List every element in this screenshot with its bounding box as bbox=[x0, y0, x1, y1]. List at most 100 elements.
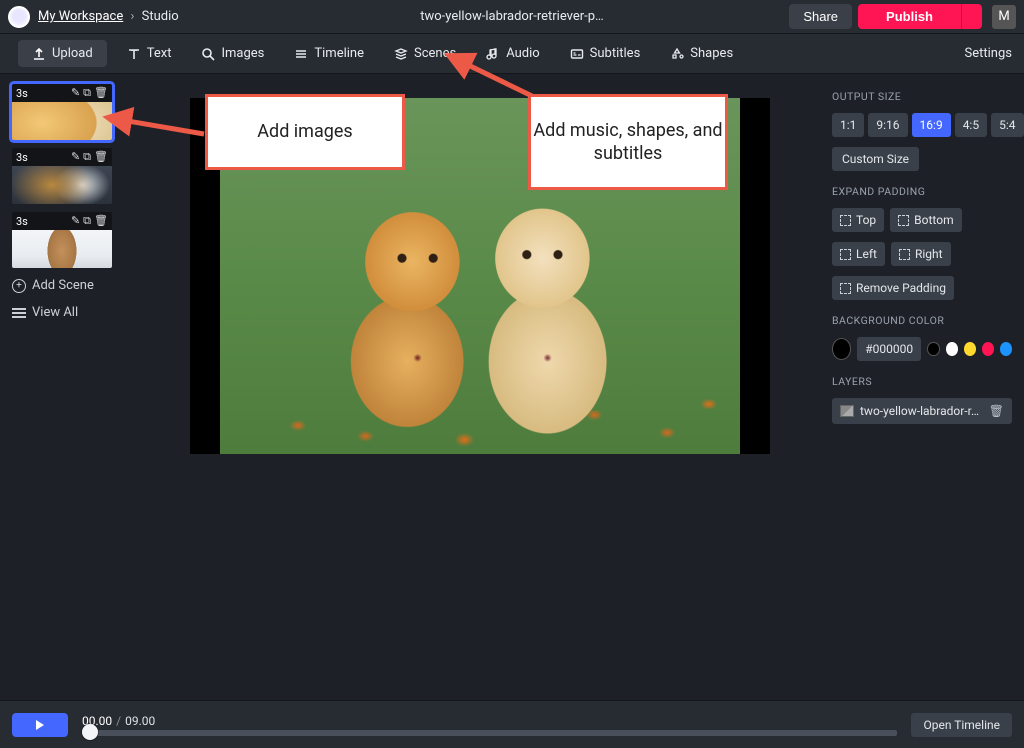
scene-duration: 3s bbox=[16, 87, 28, 100]
text-icon bbox=[127, 47, 141, 61]
layer-name: two-yellow-labrador-r… bbox=[860, 404, 979, 418]
pad-left-button[interactable]: Left bbox=[832, 242, 885, 266]
edit-icon[interactable]: ✎ bbox=[71, 214, 80, 228]
publish-dropdown-button[interactable] bbox=[961, 4, 982, 29]
timeline-handle[interactable] bbox=[82, 724, 98, 740]
delete-layer-icon[interactable]: 🗑 bbox=[989, 404, 1004, 418]
dashed-box-icon bbox=[840, 249, 851, 260]
pad-top-button[interactable]: Top bbox=[832, 208, 884, 232]
dashed-box-icon bbox=[898, 215, 909, 226]
images-tool-button[interactable]: Images bbox=[191, 41, 274, 66]
bg-color-preview[interactable] bbox=[832, 338, 851, 360]
audio-tool-button[interactable]: Audio bbox=[476, 41, 549, 66]
pad-top-label: Top bbox=[856, 213, 876, 227]
images-label: Images bbox=[221, 46, 264, 61]
timeline-track[interactable] bbox=[82, 730, 897, 736]
dashed-box-icon bbox=[899, 249, 910, 260]
shapes-tool-button[interactable]: Shapes bbox=[660, 41, 743, 66]
scene-thumb-3[interactable]: 3s ✎ ⧉ 🗑 bbox=[12, 212, 112, 268]
remove-padding-label: Remove Padding bbox=[856, 281, 946, 295]
time-readout: 00.00/09.00 bbox=[82, 714, 897, 728]
play-button[interactable] bbox=[12, 713, 68, 737]
duplicate-icon[interactable]: ⧉ bbox=[83, 150, 91, 164]
dashed-box-icon bbox=[840, 283, 851, 294]
pad-right-button[interactable]: Right bbox=[891, 242, 951, 266]
list-icon bbox=[12, 308, 26, 318]
output-size-label: OUTPUT SIZE bbox=[832, 90, 1012, 103]
swatch-yellow[interactable] bbox=[964, 342, 976, 356]
ratio-16-9[interactable]: 16:9 bbox=[912, 113, 951, 137]
duplicate-icon[interactable]: ⧉ bbox=[83, 214, 91, 228]
pad-bottom-button[interactable]: Bottom bbox=[890, 208, 961, 232]
scene-thumb-image bbox=[12, 102, 112, 140]
play-icon bbox=[36, 720, 44, 730]
pad-right-label: Right bbox=[915, 247, 943, 261]
pad-left-label: Left bbox=[856, 247, 877, 261]
scenes-panel: 3s ✎ ⧉ 🗑 3s ✎ ⧉ 🗑 3s bbox=[0, 74, 132, 700]
subtitles-label: Subtitles bbox=[590, 46, 641, 61]
breadcrumb-separator: › bbox=[130, 9, 134, 24]
timeline-tool-button[interactable]: Timeline bbox=[284, 41, 374, 66]
remove-padding-button[interactable]: Remove Padding bbox=[832, 276, 954, 300]
text-tool-button[interactable]: Text bbox=[117, 41, 182, 66]
plus-circle-icon: + bbox=[12, 279, 26, 293]
edit-icon[interactable]: ✎ bbox=[71, 86, 80, 100]
search-icon bbox=[201, 47, 215, 61]
upload-button[interactable]: Upload bbox=[18, 40, 107, 67]
swatch-black[interactable] bbox=[927, 342, 939, 356]
scenes-tool-button[interactable]: Scenes bbox=[384, 41, 466, 66]
subtitles-tool-button[interactable]: Subtitles bbox=[560, 41, 651, 66]
properties-panel: OUTPUT SIZE 1:1 9:16 16:9 4:5 5:4 Custom… bbox=[828, 74, 1024, 700]
ratio-9-16[interactable]: 9:16 bbox=[868, 113, 907, 137]
swatch-white[interactable] bbox=[946, 342, 958, 356]
layer-item[interactable]: two-yellow-labrador-r… 🗑 bbox=[832, 398, 1012, 424]
swatch-blue[interactable] bbox=[1000, 342, 1012, 356]
shapes-label: Shapes bbox=[690, 46, 733, 61]
edit-icon[interactable]: ✎ bbox=[71, 150, 80, 164]
view-all-label: View All bbox=[32, 305, 78, 320]
view-all-button[interactable]: View All bbox=[12, 303, 120, 322]
breadcrumb-studio: Studio bbox=[142, 9, 179, 24]
scene-thumb-image bbox=[12, 166, 112, 204]
open-timeline-button[interactable]: Open Timeline bbox=[911, 713, 1012, 737]
bg-color-hex[interactable]: #000000 bbox=[857, 337, 921, 361]
user-avatar-badge[interactable]: M bbox=[992, 5, 1016, 29]
trash-icon[interactable]: 🗑 bbox=[94, 150, 108, 164]
breadcrumb-workspace[interactable]: My Workspace bbox=[38, 9, 123, 24]
trash-icon[interactable]: 🗑 bbox=[94, 214, 108, 228]
add-scene-button[interactable]: + Add Scene bbox=[12, 276, 120, 295]
trash-icon[interactable]: 🗑 bbox=[94, 86, 108, 100]
document-title: two-yellow-labrador-retriever-p… bbox=[420, 9, 604, 24]
settings-button[interactable]: Settings bbox=[959, 46, 1012, 61]
scene-duration: 3s bbox=[16, 151, 28, 164]
scene-thumb-2[interactable]: 3s ✎ ⧉ 🗑 bbox=[12, 148, 112, 204]
ratio-4-5[interactable]: 4:5 bbox=[955, 113, 987, 137]
background-color-label: BACKGROUND COLOR bbox=[832, 314, 1012, 327]
workspace-avatar[interactable] bbox=[8, 6, 30, 28]
breadcrumb: My Workspace › Studio bbox=[38, 9, 179, 24]
duplicate-icon[interactable]: ⧉ bbox=[83, 86, 91, 100]
timeline-bar: 00.00/09.00 Open Timeline bbox=[0, 700, 1024, 748]
share-button[interactable]: Share bbox=[789, 4, 852, 29]
audio-icon bbox=[486, 47, 500, 61]
pad-bottom-label: Bottom bbox=[914, 213, 953, 227]
settings-label: Settings bbox=[965, 46, 1012, 61]
ratio-1-1[interactable]: 1:1 bbox=[832, 113, 864, 137]
scenes-icon bbox=[394, 47, 408, 61]
scenes-label: Scenes bbox=[414, 46, 456, 61]
dashed-box-icon bbox=[840, 215, 851, 226]
ratio-5-4[interactable]: 5:4 bbox=[991, 113, 1023, 137]
scene-duration: 3s bbox=[16, 215, 28, 228]
scene-thumb-1[interactable]: 3s ✎ ⧉ 🗑 bbox=[12, 84, 112, 140]
timeline-icon bbox=[294, 47, 308, 61]
shapes-icon bbox=[670, 47, 684, 61]
toolbar: Upload Text Images Timeline Scenes Audio… bbox=[0, 34, 1024, 74]
expand-padding-label: EXPAND PADDING bbox=[832, 185, 1012, 198]
callout-add-images: Add images bbox=[205, 94, 405, 170]
custom-size-button[interactable]: Custom Size bbox=[832, 147, 919, 171]
text-label: Text bbox=[147, 46, 172, 61]
swatch-red[interactable] bbox=[982, 342, 994, 356]
top-bar: My Workspace › Studio two-yellow-labrado… bbox=[0, 0, 1024, 34]
publish-button[interactable]: Publish bbox=[858, 4, 961, 29]
scene-thumb-image bbox=[12, 230, 112, 268]
